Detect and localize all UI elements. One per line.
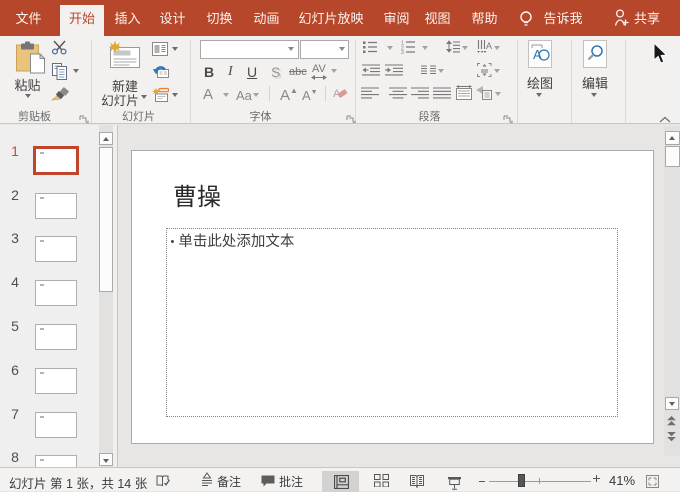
svg-text:A: A <box>533 47 542 62</box>
svg-text:A: A <box>486 41 492 51</box>
svg-text:3: 3 <box>401 50 404 54</box>
